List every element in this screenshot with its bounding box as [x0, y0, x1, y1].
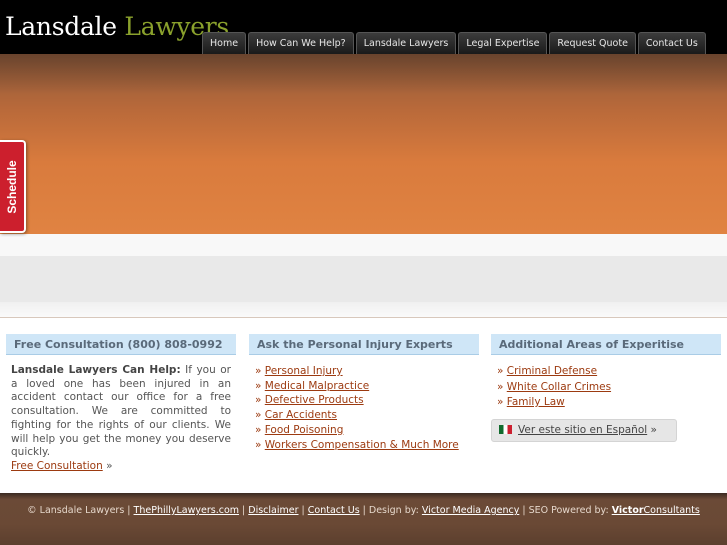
- link-food-poisoning[interactable]: Food Poisoning: [265, 424, 344, 436]
- mexico-flag-icon: [499, 425, 512, 434]
- free-consultation-body: If you or a loved one has been injured i…: [11, 364, 231, 459]
- footer-link-victor-bold: Victor: [611, 505, 644, 516]
- list-item: » Personal Injury: [255, 365, 343, 377]
- list-item: » Medical Malpractice: [255, 379, 370, 392]
- site-logo[interactable]: Lansdale Lawyers: [5, 12, 229, 41]
- footer-link-contact-us[interactable]: Contact Us: [308, 505, 360, 516]
- footer-seo: | SEO Powered by:: [519, 505, 612, 516]
- logo-word-lansdale: Lansdale: [5, 12, 117, 41]
- footer-link-philly-lawyers[interactable]: ThePhillyLawyers.com: [134, 505, 239, 516]
- list-item: » Workers Compensation & Much More: [255, 438, 459, 451]
- spanish-site-button[interactable]: Ver este sitio en Español »: [491, 419, 677, 442]
- hero-banner: [0, 54, 727, 234]
- list-item: » Criminal Defense: [497, 365, 598, 377]
- nav-tab-request-quote[interactable]: Request Quote: [549, 32, 636, 54]
- personal-injury-column: Ask the Personal Injury Experts » Person…: [249, 334, 479, 452]
- list-item: » Family Law: [497, 396, 565, 408]
- schedule-tab-label: Schedule: [5, 159, 19, 214]
- link-white-collar-crimes[interactable]: White Collar Crimes: [507, 381, 611, 393]
- spanish-site-link[interactable]: Ver este sitio en Español: [518, 424, 647, 436]
- nav-tab-lansdale-lawyers[interactable]: Lansdale Lawyers: [355, 32, 457, 54]
- link-workers-compensation[interactable]: Workers Compensation & Much More: [265, 439, 459, 451]
- list-item: » Car Accidents: [255, 409, 338, 422]
- divider-band-lower: [0, 302, 727, 318]
- main-nav: Home How Can We Help? Lansdale Lawyers L…: [202, 32, 708, 54]
- free-consultation-raquo: »: [102, 459, 113, 472]
- site-header: Lansdale Lawyers Home How Can We Help? L…: [0, 0, 727, 54]
- gray-band: [0, 256, 727, 302]
- divider-band: [0, 234, 727, 256]
- footer-design-by: | Design by:: [359, 505, 422, 516]
- link-family-law[interactable]: Family Law: [507, 396, 565, 408]
- list-item: » White Collar Crimes: [497, 380, 612, 393]
- link-car-accidents[interactable]: Car Accidents: [265, 409, 337, 421]
- nav-tab-contact-us[interactable]: Contact Us: [637, 32, 706, 54]
- nav-tab-how-can-we-help[interactable]: How Can We Help?: [248, 32, 354, 54]
- site-footer: © Lansdale Lawyers | ThePhillyLawyers.co…: [0, 493, 727, 545]
- personal-injury-heading: Ask the Personal Injury Experts: [249, 334, 479, 355]
- footer-copyright: © Lansdale Lawyers |: [27, 505, 134, 516]
- footer-text: © Lansdale Lawyers | ThePhillyLawyers.co…: [0, 505, 727, 516]
- nav-tab-home[interactable]: Home: [202, 32, 247, 54]
- link-defective-products[interactable]: Defective Products: [265, 394, 364, 406]
- free-consultation-column: Free Consultation (800) 808-0992 Lansdal…: [6, 334, 236, 474]
- spanish-site-raquo: »: [647, 424, 657, 436]
- free-consultation-text: Lansdale Lawyers Can Help: If you or a l…: [6, 355, 236, 474]
- free-consultation-heading: Free Consultation (800) 808-0992: [6, 334, 236, 355]
- footer-link-disclaimer[interactable]: Disclaimer: [248, 505, 298, 516]
- additional-areas-column: Additional Areas of Experitise » Crimina…: [491, 334, 721, 442]
- link-medical-malpractice[interactable]: Medical Malpractice: [265, 380, 369, 392]
- list-item: » Defective Products: [255, 394, 364, 407]
- nav-tab-legal-expertise[interactable]: Legal Expertise: [458, 32, 548, 54]
- link-personal-injury[interactable]: Personal Injury: [265, 365, 343, 377]
- personal-injury-list: » Personal Injury » Medical Malpractice …: [249, 355, 479, 452]
- free-consultation-link[interactable]: Free Consultation: [11, 460, 103, 472]
- link-criminal-defense[interactable]: Criminal Defense: [507, 365, 597, 377]
- additional-areas-list: » Criminal Defense » White Collar Crimes…: [491, 355, 721, 411]
- footer-separator: |: [298, 505, 308, 516]
- footer-separator: |: [239, 505, 249, 516]
- footer-link-victor-consultants[interactable]: VictorConsultants: [612, 505, 700, 516]
- footer-link-victor-media[interactable]: Victor Media Agency: [422, 505, 519, 516]
- additional-areas-heading: Additional Areas of Experitise: [491, 334, 721, 355]
- footer-link-consultants: Consultants: [643, 505, 700, 516]
- list-item: » Food Poisoning: [255, 423, 344, 436]
- schedule-tab-button[interactable]: Schedule: [0, 140, 26, 233]
- free-consultation-lead: Lansdale Lawyers Can Help:: [11, 364, 181, 376]
